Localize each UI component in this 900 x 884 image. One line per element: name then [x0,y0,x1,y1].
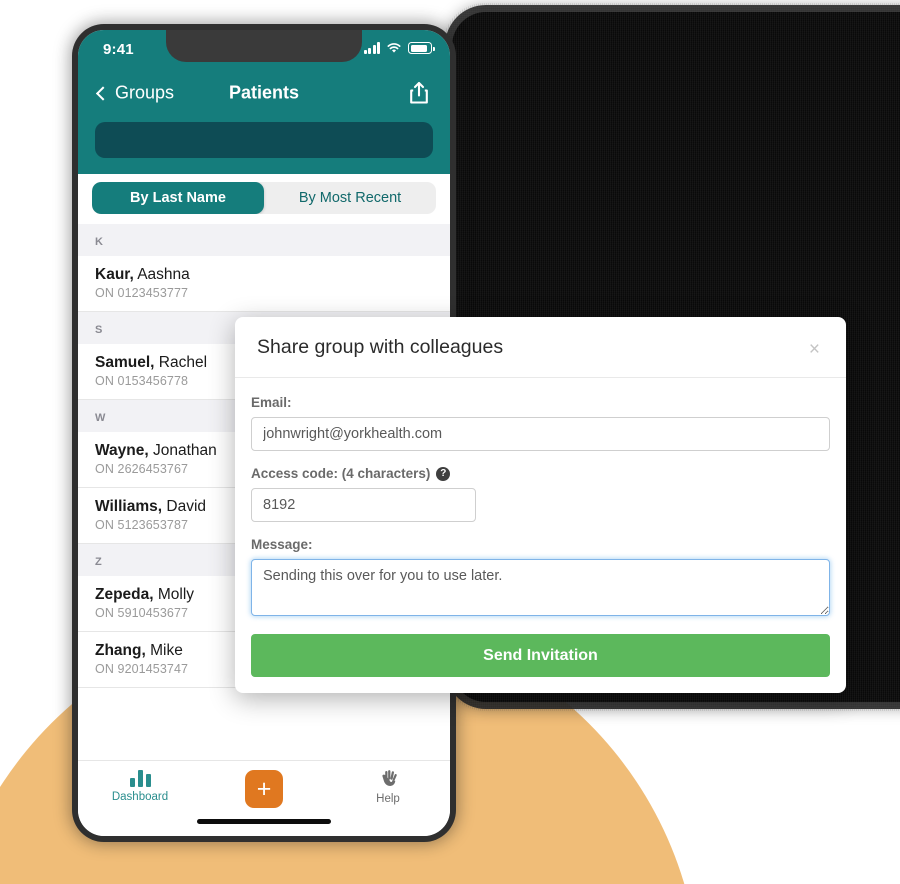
access-code-label-text: Access code: (4 characters) [251,466,431,481]
home-indicator [197,819,331,824]
question-mark-circle-icon[interactable]: ? [436,466,451,481]
patient-last-name: Kaur, [95,266,134,283]
cellular-signal-icon [363,42,380,54]
sort-segmented-control: By Last Name By Most Recent [92,182,436,214]
patient-last-name: Wayne, [95,442,149,459]
back-button[interactable]: Groups [95,82,175,104]
search-input[interactable] [95,122,433,158]
bar-chart-icon [129,770,151,787]
patient-first-name: Mike [150,642,183,659]
patient-last-name: Zhang, [95,642,146,659]
tab-add[interactable]: + [202,770,326,808]
segment-by-last-name[interactable]: By Last Name [92,182,264,214]
tab-help-label: Help [376,793,400,805]
add-button[interactable]: + [245,770,283,808]
status-bar: 9:41 [78,30,450,70]
patient-first-name: Jonathan [153,442,217,459]
close-icon[interactable]: × [803,339,826,360]
status-bar-icons [363,42,435,54]
navigation-bar: Groups Patients [78,70,450,116]
access-code-field-label: Access code: (4 characters) ? [251,466,830,481]
search-bar-container [78,116,450,174]
share-group-modal: Share group with colleagues × Email: Acc… [235,317,846,693]
waving-hand-icon [381,770,397,786]
table-row[interactable]: Kaur, Aashna ON 0123453777 [78,256,450,312]
back-button-label: Groups [115,82,175,103]
patient-last-name: Zepeda, [95,586,154,603]
email-field-group: Email: [251,395,830,451]
patient-first-name: David [166,498,207,515]
share-button[interactable] [408,81,430,105]
segment-by-most-recent[interactable]: By Most Recent [264,182,436,214]
access-code-field-group: Access code: (4 characters) ? [251,466,830,522]
patient-id: ON 0123453777 [95,286,189,300]
wifi-icon [387,43,401,53]
message-field-label: Message: [251,537,313,552]
modal-header: Share group with colleagues × [235,317,846,378]
chevron-left-icon [95,85,111,101]
screenshot-stage: 9:41 Groups Patients By Last Name By Mos… [0,0,900,884]
page-title: Patients [228,82,300,103]
tab-dashboard-label: Dashboard [111,791,169,803]
patient-last-name: Samuel, [95,354,155,371]
email-field[interactable] [251,417,830,451]
email-field-label: Email: [251,395,292,410]
sort-segmented-control-container: By Last Name By Most Recent [78,174,450,224]
section-header-k: K [78,224,450,256]
message-field-group: Message: [251,537,830,616]
access-code-field[interactable] [251,488,476,522]
status-bar-time: 9:41 [103,41,134,58]
phone-notch [166,30,362,62]
modal-title: Share group with colleagues [257,336,504,358]
patient-first-name: Rachel [158,354,208,371]
patient-first-name: Molly [157,586,195,603]
send-invitation-button[interactable]: Send Invitation [251,634,830,677]
patient-first-name: Aashna [137,266,190,283]
share-icon [410,81,428,104]
patient-name: Kaur, Aashna [95,266,433,284]
message-field[interactable] [251,559,830,616]
patient-last-name: Williams, [95,498,163,515]
battery-icon [408,42,435,54]
tab-help[interactable]: Help [326,770,450,805]
bottom-tab-bar: Dashboard + Help [78,760,450,836]
tab-dashboard[interactable]: Dashboard [78,770,202,803]
modal-body: Email: Access code: (4 characters) ? Mes… [235,378,846,693]
